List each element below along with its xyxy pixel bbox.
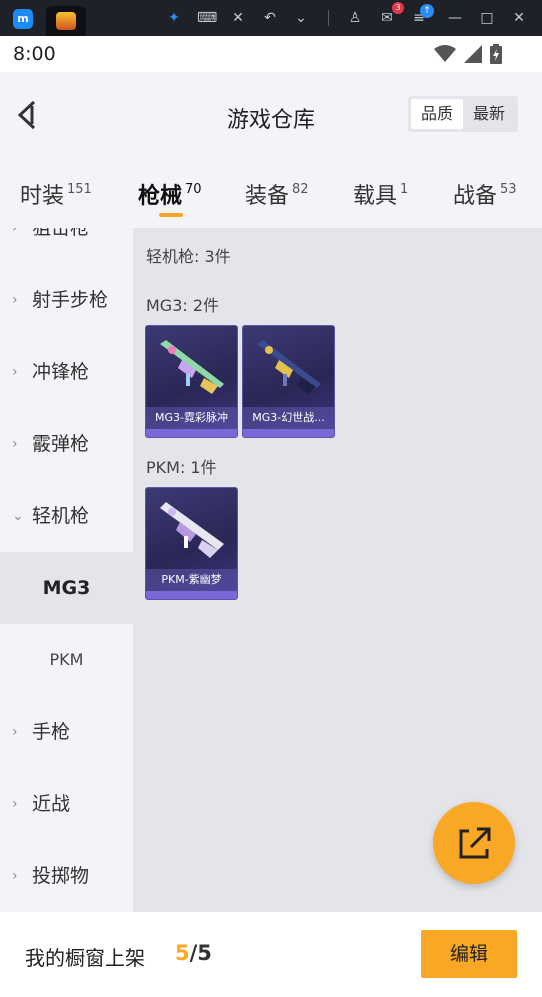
weapon-category-sidebar: › 狙击枪 › 射手步枪 › 冲锋枪 › 霰弹枪 ⌄ 轻机枪 MG3 PKM › 手枪 › 近… <box>0 228 133 912</box>
chevron-right-icon: › <box>12 868 18 884</box>
tab-supplies[interactable]: 战备 53 <box>453 178 517 210</box>
wifi-icon <box>434 45 456 62</box>
tab-count: 53 <box>500 182 517 197</box>
sidebar-item-label: 射手步枪 <box>32 289 109 311</box>
battery-icon <box>490 44 502 64</box>
edit-button[interactable]: 编辑 <box>421 930 517 978</box>
tab-equipment[interactable]: 装备 82 <box>245 178 309 210</box>
keyboard-icon[interactable]: ⌨ <box>197 9 217 27</box>
sidebar-item-label: 投掷物 <box>32 865 90 887</box>
sidebar-item-pistol[interactable]: › 手枪 <box>0 696 133 768</box>
tab-count: 70 <box>185 182 202 197</box>
status-time: 8:00 <box>13 43 56 65</box>
close-icon[interactable]: ✕ <box>510 9 528 27</box>
minimize-icon[interactable]: — <box>446 9 464 27</box>
skin-card-pkm-purple[interactable]: PKM-紫幽梦 <box>145 487 238 600</box>
emulator-toolbar: m ✦ ⌨ ✕ ↶ ⌄ ♙ ✉ 3 ≡ ↑ — □ ✕ <box>0 0 542 36</box>
signal-icon <box>464 45 482 63</box>
tab-guns[interactable]: 枪械 70 <box>138 178 202 210</box>
mail-badge: 3 <box>392 2 404 14</box>
skin-name: PKM-紫幽梦 <box>146 569 237 591</box>
sidebar-item-label: 狙击枪 <box>32 228 90 239</box>
sidebar-subitem-mg3[interactable]: MG3 <box>0 552 133 624</box>
chevron-down-icon[interactable]: ⌄ <box>292 9 310 27</box>
sidebar-item-lmg[interactable]: ⌄ 轻机枪 <box>0 480 133 552</box>
sidebar-item-sniper[interactable]: › 狙击枪 <box>0 228 133 264</box>
sidebar-item-marksman[interactable]: › 射手步枪 <box>0 264 133 336</box>
skin-name: MG3-霓彩脉冲 <box>146 407 237 429</box>
sort-by-quality-button[interactable]: 品质 <box>411 99 463 129</box>
skin-name: MG3-幻世战... <box>243 407 334 429</box>
sort-toggle: 品质 最新 <box>408 96 518 132</box>
sidebar-item-label: 手枪 <box>32 721 71 743</box>
active-tab-indicator <box>159 213 183 217</box>
chevron-right-icon: › <box>12 364 18 380</box>
app-header: 游戏仓库 品质 最新 <box>0 72 542 160</box>
sidebar-item-smg[interactable]: › 冲锋枪 <box>0 336 133 408</box>
chevron-down-icon: ⌄ <box>12 508 24 524</box>
chevron-right-icon: › <box>12 292 18 308</box>
showcase-current: 5 <box>175 941 190 965</box>
tab-label: 载具 <box>353 184 398 209</box>
group-title-mg3: MG3: 2件 <box>146 296 220 315</box>
chevron-right-icon: › <box>12 436 18 452</box>
sidebar-item-label: 霰弹枪 <box>32 433 90 455</box>
group-title-pkm: PKM: 1件 <box>146 458 217 477</box>
showcase-footer: 我的橱窗上架 5/5 编辑 <box>0 912 542 997</box>
status-icons <box>434 44 502 64</box>
user-icon[interactable]: ♙ <box>346 9 364 27</box>
tab-label: 时装 <box>20 184 65 209</box>
mute-icon[interactable]: ✕ <box>229 9 247 27</box>
tab-count: 82 <box>292 182 309 197</box>
share-button[interactable] <box>433 802 515 884</box>
showcase-total: /5 <box>189 941 212 965</box>
sidebar-item-label: 冲锋枪 <box>32 361 90 383</box>
chevron-right-icon: › <box>12 228 18 236</box>
sort-by-newest-button[interactable]: 最新 <box>463 99 515 129</box>
tab-fashion[interactable]: 时装 151 <box>20 178 92 210</box>
butterfly-icon[interactable]: ✦ <box>165 9 183 27</box>
skin-card-mg3-fantasy[interactable]: MG3-幻世战... <box>242 325 335 438</box>
tab-count: 151 <box>67 182 92 197</box>
sidebar-item-label: 近战 <box>32 793 71 815</box>
toolbar-divider <box>328 10 329 26</box>
emulator-logo-icon[interactable]: m <box>13 9 33 29</box>
skin-card-mg3-neon[interactable]: MG3-霓彩脉冲 <box>145 325 238 438</box>
category-summary: 轻机枪: 3件 <box>146 247 231 266</box>
machine-gun-icon <box>160 340 224 394</box>
sidebar-item-label: 轻机枪 <box>32 505 90 527</box>
sidebar-item-throwable[interactable]: › 投掷物 <box>0 840 133 912</box>
maximize-icon[interactable]: □ <box>478 9 496 27</box>
tab-vehicles[interactable]: 载具 1 <box>353 178 408 210</box>
tab-label: 战备 <box>453 184 498 209</box>
status-bar: 8:00 <box>0 36 542 72</box>
rarity-stripe <box>243 429 334 437</box>
sidebar-subitem-pkm[interactable]: PKM <box>0 624 133 696</box>
machine-gun-icon <box>257 340 321 394</box>
chevron-right-icon: › <box>12 796 18 812</box>
sidebar-item-shotgun[interactable]: › 霰弹枪 <box>0 408 133 480</box>
rarity-stripe <box>146 591 237 599</box>
rarity-stripe <box>146 429 237 437</box>
undo-icon[interactable]: ↶ <box>261 9 279 27</box>
tab-count: 1 <box>400 182 409 197</box>
showcase-label: 我的橱窗上架 <box>25 946 145 970</box>
category-tabs: 时装 151 枪械 70 装备 82 载具 1 战备 53 <box>0 160 542 228</box>
game-app-icon <box>56 12 76 30</box>
tab-label: 装备 <box>245 184 290 209</box>
emulator-app-tab[interactable] <box>46 6 86 36</box>
share-icon <box>459 827 491 859</box>
machine-gun-icon <box>160 502 224 558</box>
tab-label: 枪械 <box>138 184 183 209</box>
sidebar-item-melee[interactable]: › 近战 <box>0 768 133 840</box>
showcase-count: 5/5 <box>175 941 212 965</box>
update-icon[interactable]: ↑ <box>420 4 434 18</box>
chevron-right-icon: › <box>12 724 18 740</box>
